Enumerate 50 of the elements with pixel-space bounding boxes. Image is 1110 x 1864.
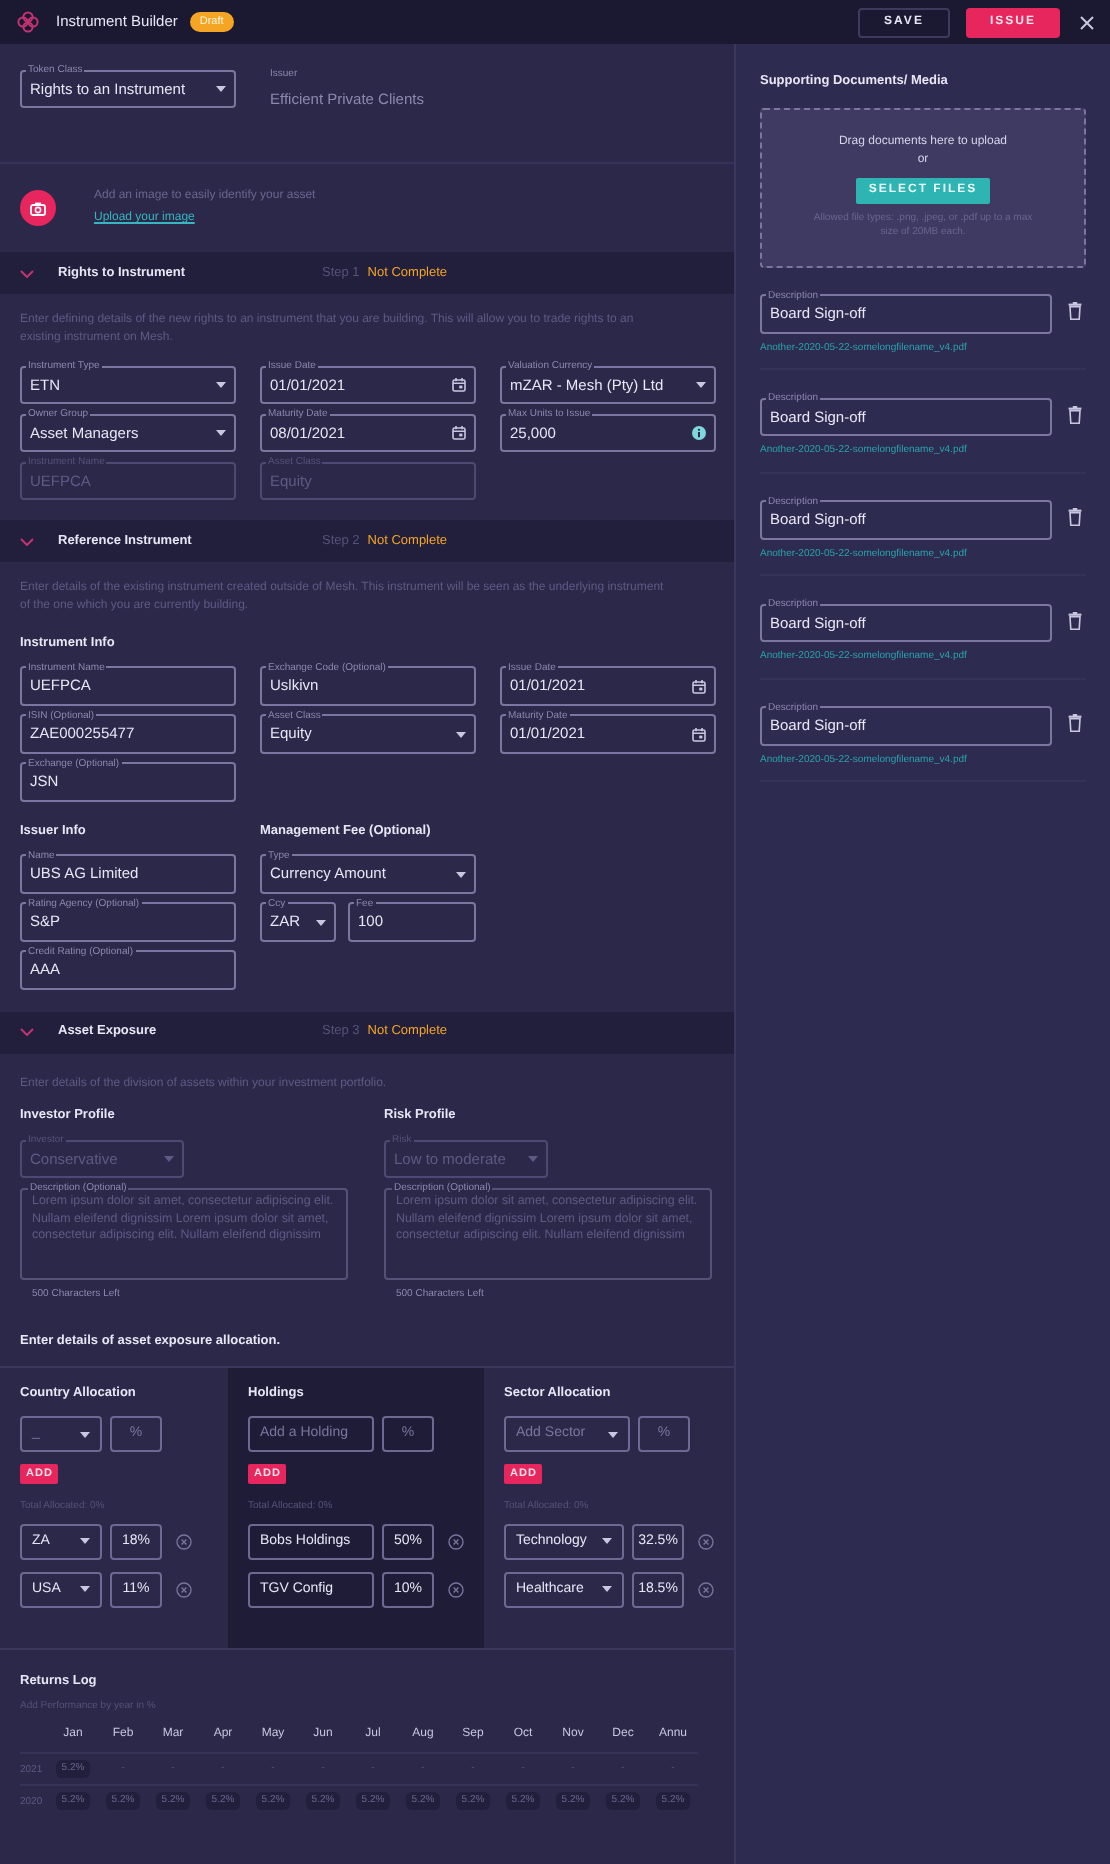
info-icon	[692, 426, 706, 440]
remove-button[interactable]	[448, 1581, 464, 1598]
caret-icon	[164, 1156, 174, 1163]
remove-button[interactable]	[176, 1533, 192, 1550]
caret-icon	[80, 1431, 90, 1438]
caret-icon	[602, 1538, 612, 1545]
remove-button[interactable]	[698, 1581, 714, 1598]
calendar-icon	[452, 378, 466, 392]
caret-icon	[80, 1538, 90, 1545]
delete-button[interactable]	[1068, 302, 1082, 321]
circle-x-icon	[448, 1581, 464, 1598]
calendar-icon	[692, 727, 706, 742]
circle-x-icon	[176, 1533, 192, 1550]
circle-x-icon	[448, 1533, 464, 1550]
trash-icon	[1068, 302, 1082, 321]
caret-icon	[80, 1586, 90, 1593]
circle-x-icon	[698, 1581, 714, 1598]
remove-button[interactable]	[448, 1533, 464, 1550]
delete-button[interactable]	[1068, 611, 1082, 630]
calendar-icon	[452, 426, 466, 440]
caret-icon	[456, 871, 466, 877]
chevron-icon[interactable]	[20, 269, 34, 277]
caret-icon	[528, 1156, 538, 1163]
trash-icon	[1068, 611, 1082, 630]
close-icon	[1079, 15, 1093, 29]
calendar-icon	[692, 679, 706, 694]
trash-icon	[1068, 508, 1082, 527]
trash-icon	[1068, 405, 1082, 424]
caret-icon	[216, 430, 226, 436]
caret-icon	[456, 731, 466, 738]
remove-button[interactable]	[176, 1581, 192, 1598]
caret-icon	[608, 1431, 618, 1438]
caret-icon	[216, 86, 226, 92]
close-button[interactable]	[1078, 14, 1094, 30]
upload-image-button[interactable]	[20, 190, 56, 226]
trash-icon	[1068, 714, 1082, 733]
delete-button[interactable]	[1068, 405, 1082, 424]
camera-icon	[30, 201, 46, 215]
delete-button[interactable]	[1068, 508, 1082, 527]
chevron-icon[interactable]	[20, 537, 34, 545]
chevron-icon[interactable]	[20, 1028, 34, 1036]
caret-icon	[316, 919, 326, 925]
circle-x-icon	[698, 1533, 714, 1550]
circle-x-icon	[176, 1581, 192, 1598]
logo-icon	[16, 10, 40, 34]
remove-button[interactable]	[698, 1533, 714, 1550]
caret-icon	[696, 382, 706, 388]
caret-icon	[602, 1586, 612, 1593]
delete-button[interactable]	[1068, 714, 1082, 733]
caret-icon	[216, 382, 226, 388]
